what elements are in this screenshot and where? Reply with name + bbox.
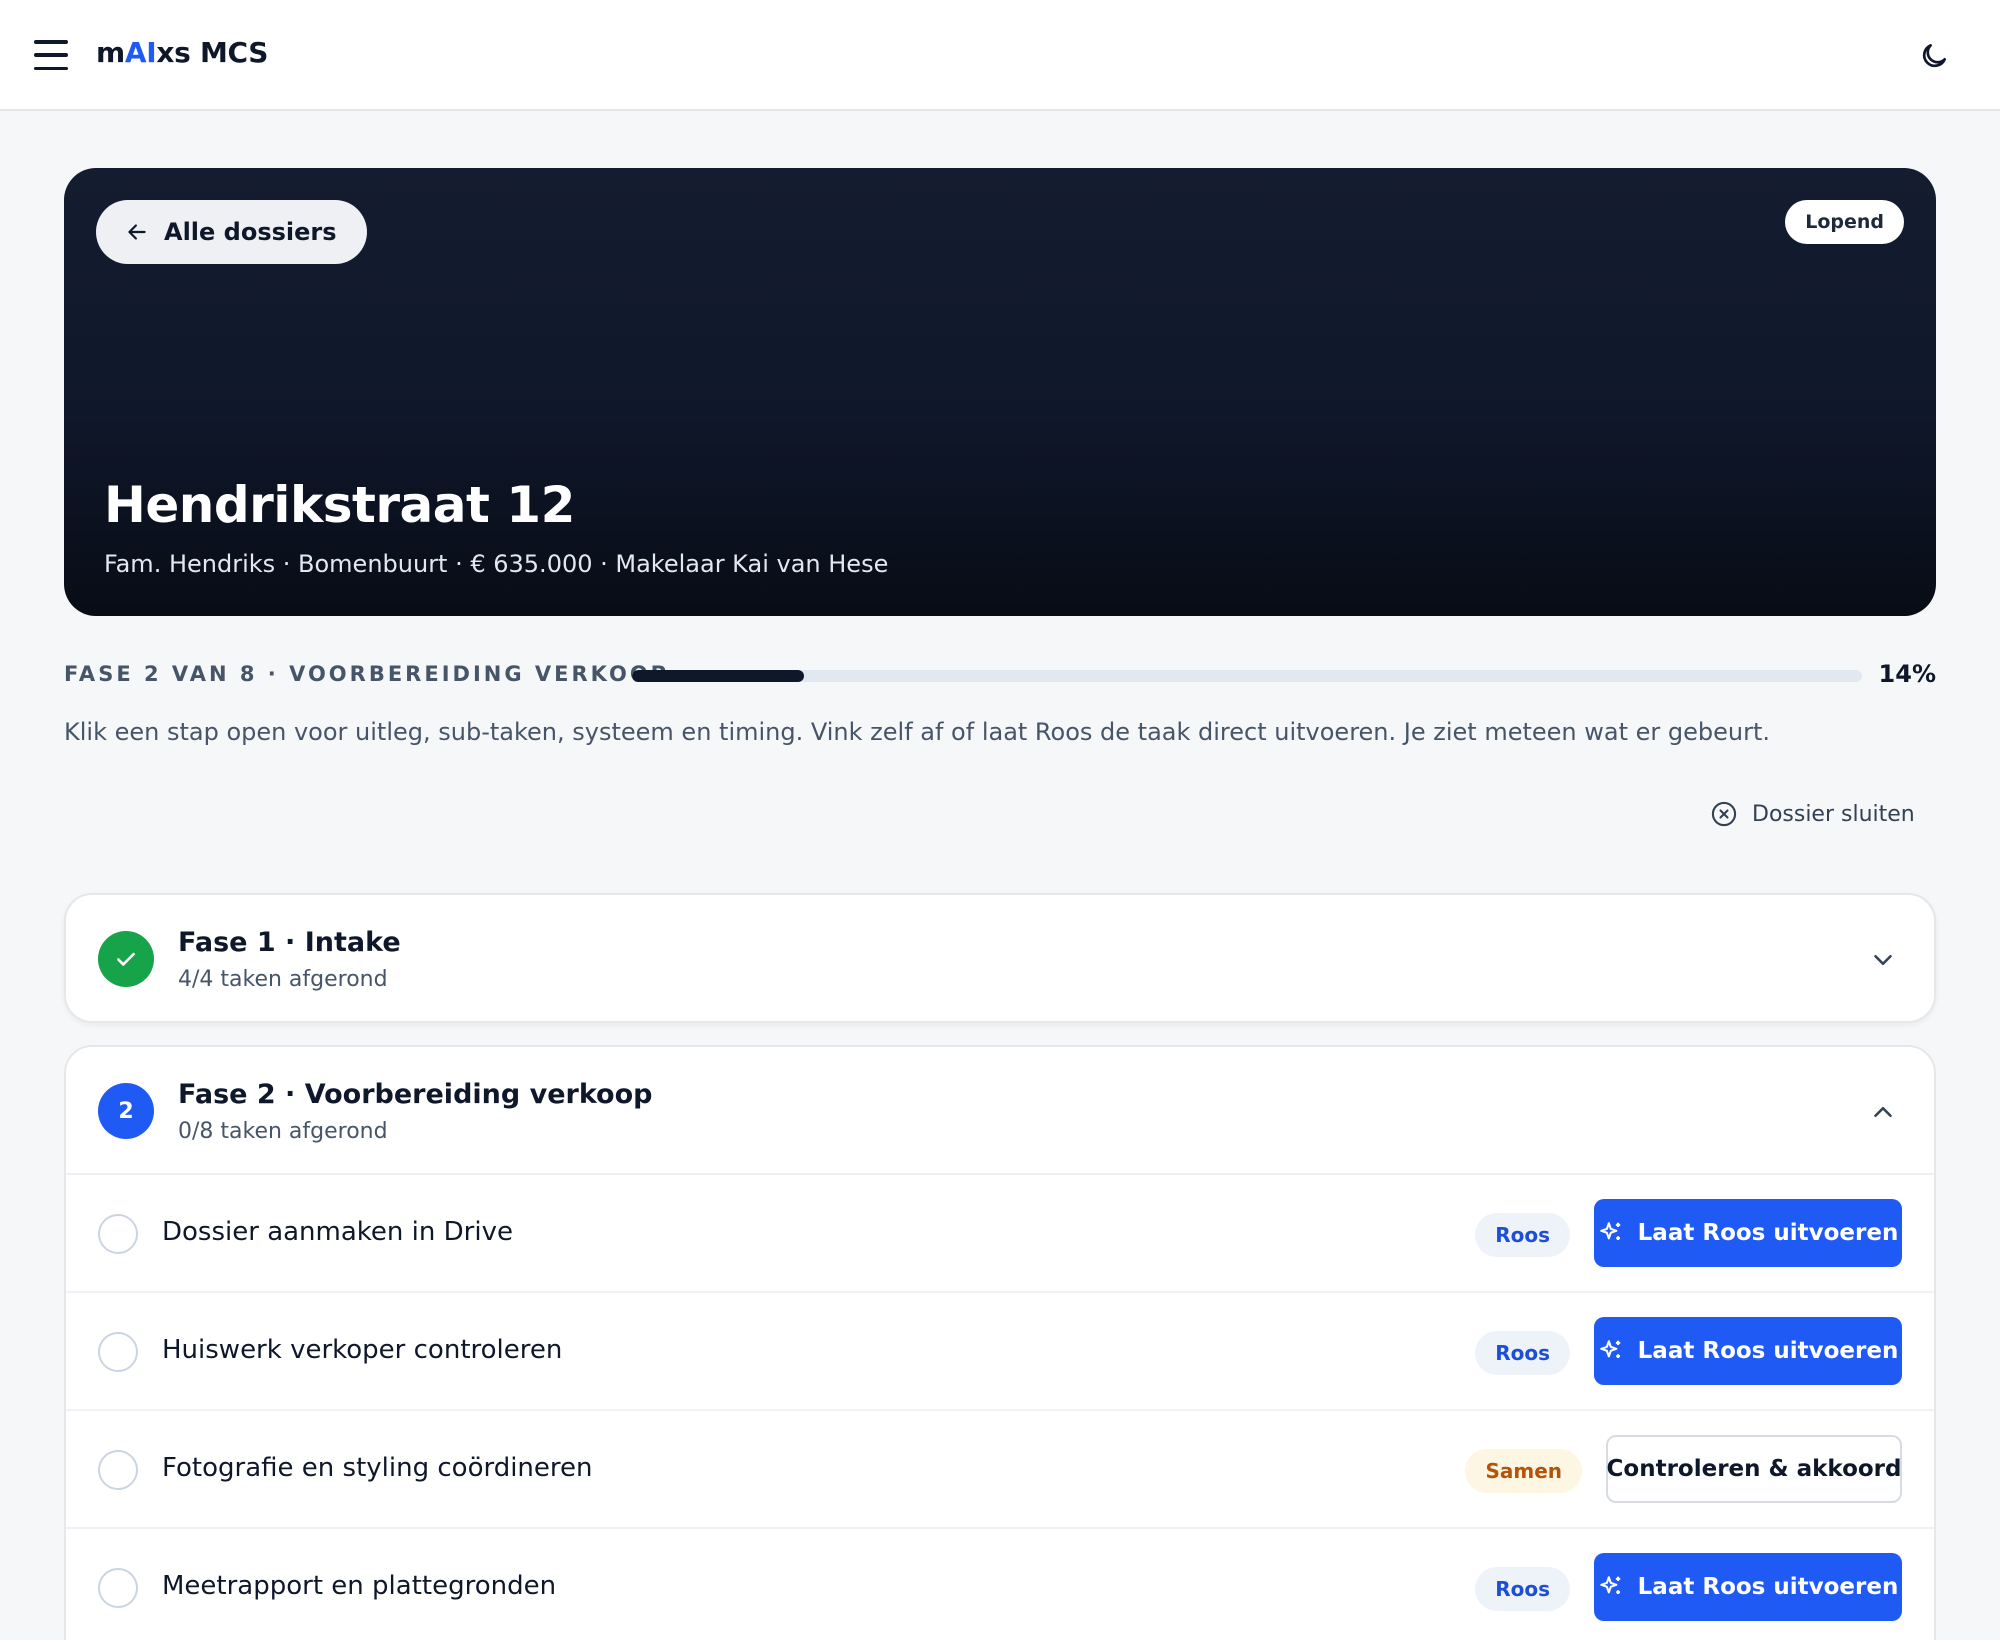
status-badge: Lopend	[1785, 200, 1904, 244]
task-name[interactable]: Huiswerk verkoper controleren	[162, 1335, 562, 1365]
action-label: Controleren & akkoord	[1606, 1456, 1902, 1482]
run-by-roos-button[interactable]: Laat Roos uitvoeren	[1594, 1317, 1902, 1385]
phase-title: Fase 2 · Voorbereiding verkoop	[178, 1079, 653, 1110]
task-row: Dossier aanmaken in Drive Roos Laat Roos…	[66, 1175, 1934, 1293]
phase-number-badge: 2	[98, 1083, 154, 1139]
intro-text: Klik een stap open voor uitleg, sub-take…	[64, 718, 1770, 746]
action-label: Laat Roos uitvoeren	[1637, 1574, 1899, 1600]
task-checkbox[interactable]	[98, 1214, 138, 1254]
back-to-dossiers-button[interactable]: Alle dossiers	[96, 200, 367, 264]
phase-progress-percent: 14%	[1878, 660, 1936, 688]
phase-card-2: 2 Fase 2 · Voorbereiding verkoop 0/8 tak…	[64, 1045, 1936, 1640]
run-by-roos-button[interactable]: Laat Roos uitvoeren	[1594, 1199, 1902, 1267]
dossier-subtitle: Fam. Hendriks · Bomenbuurt · € 635.000 ·…	[104, 550, 889, 578]
sparkle-icon	[1599, 1222, 1620, 1241]
top-bar: mAIxs MCS	[0, 0, 2000, 111]
task-checkbox[interactable]	[98, 1568, 138, 1608]
assignee-badge: Samen	[1465, 1449, 1582, 1493]
phase-progress-label: FASE 2 VAN 8 · VOORBEREIDING VERKOOP	[64, 662, 670, 686]
dossier-hero: Alle dossiers Lopend Hendrikstraat 12 Fa…	[64, 168, 1936, 616]
phase-task-count: 4/4 taken afgerond	[178, 967, 388, 992]
phase-header-2[interactable]: 2 Fase 2 · Voorbereiding verkoop 0/8 tak…	[66, 1047, 1934, 1175]
sparkle-icon	[1599, 1576, 1620, 1595]
action-label: Laat Roos uitvoeren	[1637, 1338, 1899, 1364]
moon-icon[interactable]	[1918, 40, 1950, 72]
task-name[interactable]: Meetrapport en plattegronden	[162, 1571, 556, 1601]
phase-task-count: 0/8 taken afgerond	[178, 1119, 388, 1144]
brand-suffix: xs MCS	[156, 36, 269, 69]
task-checkbox[interactable]	[98, 1450, 138, 1490]
phase-complete-icon	[98, 931, 154, 987]
task-row: Meetrapport en plattegronden Roos Laat R…	[66, 1529, 1934, 1640]
task-name[interactable]: Dossier aanmaken in Drive	[162, 1217, 513, 1247]
back-label: Alle dossiers	[164, 218, 337, 246]
assignee-badge: Roos	[1475, 1567, 1570, 1611]
sparkle-icon	[1599, 1340, 1620, 1359]
phase-header-1[interactable]: Fase 1 · Intake 4/4 taken afgerond	[66, 895, 1934, 1023]
page-title: Hendrikstraat 12	[104, 476, 575, 534]
phase-progress-fill	[632, 670, 805, 682]
phase-progress-bar	[632, 670, 1862, 682]
arrow-left-icon	[128, 224, 146, 240]
chevron-down-icon[interactable]	[1868, 945, 1898, 975]
task-row: Fotografie en styling coördineren Samen …	[66, 1411, 1934, 1529]
task-checkbox[interactable]	[98, 1332, 138, 1372]
review-approve-button[interactable]: Controleren & akkoord	[1606, 1435, 1902, 1503]
phase-title: Fase 1 · Intake	[178, 927, 401, 958]
run-by-roos-button[interactable]: Laat Roos uitvoeren	[1594, 1553, 1902, 1621]
check-icon	[117, 952, 135, 966]
task-row: Huiswerk verkoper controleren Roos Laat …	[66, 1293, 1934, 1411]
hamburger-menu-icon[interactable]	[34, 40, 68, 70]
brand-ai: AI	[124, 36, 157, 69]
assignee-badge: Roos	[1475, 1331, 1570, 1375]
phase-card-1: Fase 1 · Intake 4/4 taken afgerond	[64, 893, 1936, 1023]
brand-prefix: m	[96, 36, 125, 69]
close-dossier-label: Dossier sluiten	[1752, 801, 1915, 827]
action-label: Laat Roos uitvoeren	[1637, 1220, 1899, 1246]
close-circle-icon	[1711, 801, 1737, 827]
task-name[interactable]: Fotografie en styling coördineren	[162, 1453, 593, 1483]
brand-logo[interactable]: mAIxs MCS	[96, 36, 268, 69]
assignee-badge: Roos	[1475, 1213, 1570, 1257]
close-dossier-button[interactable]: Dossier sluiten	[1710, 800, 1915, 828]
chevron-up-icon[interactable]	[1868, 1097, 1898, 1127]
